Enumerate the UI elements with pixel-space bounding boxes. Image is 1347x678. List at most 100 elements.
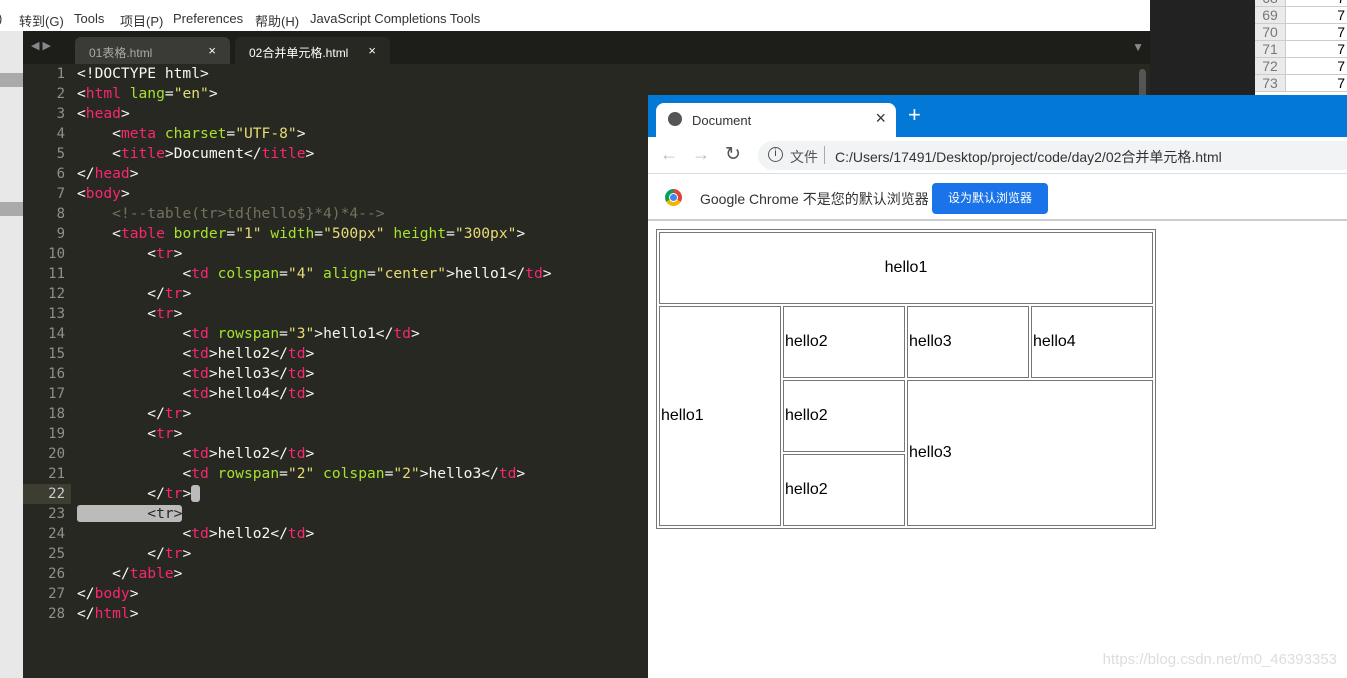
close-tab-icon[interactable]: × bbox=[368, 43, 376, 58]
line-number: 14 bbox=[48, 326, 65, 342]
line-number: 1 bbox=[56, 66, 65, 82]
tab-nav-arrows-icon[interactable]: ◀ ▶ bbox=[31, 39, 51, 52]
line-number-gutter: 1 2 3 4 5 6 7 8 9 10 11 12 13 14 15 16 17 18 19 20 21 22 23 24 2… bbox=[23, 64, 71, 624]
code-line: <head> bbox=[77, 105, 130, 122]
rendered-table: hello1 hello1 hello2 hello3 hello4 hello2 he… bbox=[656, 229, 1156, 529]
browser-tab-strip: Document × + bbox=[648, 95, 1347, 137]
close-tab-icon[interactable]: × bbox=[208, 43, 216, 58]
code-line: <!--table(tr>td{hello$}*4)*4--> bbox=[112, 205, 385, 222]
code-line: </table> bbox=[112, 565, 183, 582]
menu-item[interactable]: Tools bbox=[74, 11, 104, 26]
code-line: </body> bbox=[77, 585, 139, 602]
line-number: 13 bbox=[48, 306, 65, 322]
code-line: <tr> bbox=[147, 425, 183, 442]
line-number: 6 bbox=[56, 166, 65, 182]
line-number: 21 bbox=[48, 466, 65, 482]
watermark: https://blog.csdn.net/m0_46393353 bbox=[1102, 651, 1337, 668]
line-number: 19 bbox=[48, 426, 65, 442]
line-number: 9 bbox=[56, 226, 65, 242]
info-icon: i bbox=[768, 147, 783, 162]
tab-dropdown-icon[interactable]: ▼ bbox=[1132, 40, 1144, 54]
line-number: 27 bbox=[48, 586, 65, 602]
toolbar: ← → ↻ i 文件 C:/Users/17491/Desktop/projec… bbox=[648, 137, 1347, 174]
menu-item[interactable]: ) bbox=[0, 11, 2, 26]
line-number: 22 bbox=[23, 484, 71, 504]
chrome-logo-icon bbox=[665, 189, 682, 206]
code-line: <td colspan="4" align="center">hello1</t… bbox=[182, 265, 552, 282]
code-line: <td>hello4</td> bbox=[182, 385, 315, 402]
security-label: 文件 bbox=[790, 149, 818, 165]
code-line: </tr> bbox=[77, 484, 552, 504]
line-number: 8 bbox=[56, 206, 65, 222]
table-cell: hello2 bbox=[783, 306, 905, 378]
line-number: 15 bbox=[48, 346, 65, 362]
code-line: <tr> bbox=[147, 245, 183, 262]
line-number: 10 bbox=[48, 246, 65, 262]
code-line: <html lang="en"> bbox=[77, 85, 218, 102]
code-line: <!DOCTYPE html> bbox=[77, 65, 209, 82]
sheet-row: 73 7 bbox=[1255, 75, 1347, 92]
code-line: </tr> bbox=[147, 285, 192, 302]
reload-icon[interactable]: ↻ bbox=[725, 143, 741, 166]
background-window bbox=[1150, 0, 1255, 95]
table-cell: hello1 bbox=[659, 232, 1153, 304]
globe-icon bbox=[668, 112, 682, 126]
menu-item[interactable]: Preferences bbox=[173, 11, 243, 26]
sheet-row: 687 bbox=[1255, 0, 1347, 7]
sheet-row: 72 7 bbox=[1255, 58, 1347, 75]
infobar-message: Google Chrome 不是您的默认浏览器 bbox=[700, 191, 929, 207]
menu-item[interactable]: 转到(G) bbox=[19, 11, 64, 30]
code-text[interactable]: <!DOCTYPE html> <html lang="en"> <head> <m… bbox=[77, 64, 552, 624]
code-line: <td rowspan="2" colspan="2">hello3</td> bbox=[182, 465, 526, 482]
forward-icon[interactable]: → bbox=[692, 144, 710, 165]
side-panel bbox=[0, 31, 23, 678]
line-number: 28 bbox=[48, 606, 65, 622]
table-cell: hello3 bbox=[907, 306, 1029, 378]
default-browser-infobar: Google Chrome 不是您的默认浏览器 设为默认浏览器 bbox=[648, 174, 1347, 221]
new-tab-button[interactable]: + bbox=[908, 104, 921, 126]
line-number: 26 bbox=[48, 566, 65, 582]
code-line: </head> bbox=[77, 165, 139, 182]
code-line: <tr> bbox=[77, 505, 183, 522]
line-number: 23 bbox=[48, 506, 65, 522]
code-line: <table border="1" width="500px" height="… bbox=[112, 225, 526, 242]
code-line: <td>hello2</td> bbox=[182, 525, 315, 542]
browser-tab[interactable]: Document × bbox=[656, 103, 896, 137]
editor-tab-label: 02合并单元格.html bbox=[249, 46, 349, 60]
menu-item[interactable]: 项目(P) bbox=[120, 11, 163, 30]
code-line: <meta charset="UTF-8"> bbox=[112, 125, 306, 142]
line-number: 20 bbox=[48, 446, 65, 462]
code-line: </tr> bbox=[147, 545, 192, 562]
code-line: <td>hello2</td> bbox=[182, 445, 315, 462]
line-number: 4 bbox=[56, 126, 65, 142]
tab-title: Document bbox=[692, 113, 752, 128]
line-number: 11 bbox=[48, 266, 65, 282]
line-number: 2 bbox=[56, 86, 65, 102]
editor-tab-bar: ◀ ▶ 01表格.html × 02合并单元格.html × ▼ bbox=[23, 31, 1150, 64]
code-line: <td rowspan="3">hello1</td> bbox=[182, 325, 420, 342]
line-number: 17 bbox=[48, 386, 65, 402]
line-number: 7 bbox=[56, 186, 65, 202]
address-bar[interactable]: i 文件 C:/Users/17491/Desktop/project/code… bbox=[758, 141, 1347, 170]
chrome-window: Document × + ← → ↻ i 文件 C:/Users/17491/D… bbox=[648, 95, 1347, 678]
line-number: 25 bbox=[48, 546, 65, 562]
table-cell: hello3 bbox=[907, 380, 1153, 526]
sheet-row: 71 7 bbox=[1255, 41, 1347, 58]
code-line: </tr> bbox=[147, 405, 192, 422]
editor-tab-label: 01表格.html bbox=[89, 46, 153, 60]
spreadsheet-fragment: 687697707717727737 bbox=[1255, 0, 1347, 92]
set-default-button[interactable]: 设为默认浏览器 bbox=[932, 183, 1048, 214]
line-number: 16 bbox=[48, 366, 65, 382]
menu-item[interactable]: 帮助(H) bbox=[255, 11, 299, 30]
close-tab-icon[interactable]: × bbox=[875, 108, 886, 129]
editor-tab[interactable]: 01表格.html × bbox=[75, 37, 230, 64]
table-cell: hello4 bbox=[1031, 306, 1153, 378]
table-cell: hello1 bbox=[659, 306, 781, 526]
code-line: <td>hello2</td> bbox=[182, 345, 315, 362]
code-line: </html> bbox=[77, 605, 139, 622]
line-number: 5 bbox=[56, 146, 65, 162]
editor-tab[interactable]: 02合并单元格.html × bbox=[235, 37, 390, 64]
back-icon[interactable]: ← bbox=[660, 144, 678, 165]
menu-item[interactable]: JavaScript Completions Tools bbox=[310, 11, 480, 26]
line-number: 18 bbox=[48, 406, 65, 422]
